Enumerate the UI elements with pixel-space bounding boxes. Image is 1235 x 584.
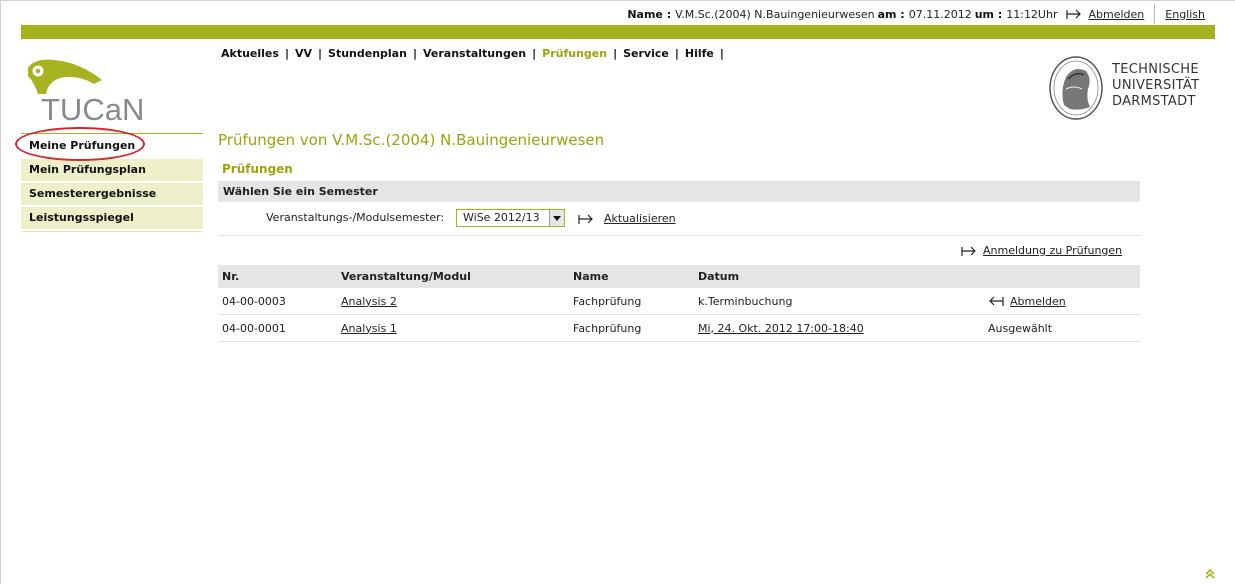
column-header-module: Veranstaltung/Modul [337,265,569,288]
scroll-to-top-icon[interactable] [1204,568,1216,580]
tucan-logo-text: TUCaN [41,92,144,124]
choose-semester-header: Wählen Sie ein Semester [218,181,1140,202]
selection-status: Ausgewählt [984,314,1140,342]
exam-number: 04-00-0003 [218,288,337,315]
column-header-action [984,265,1140,288]
tud-line-1: TECHNISCHE [1112,62,1199,77]
exams-table: Nr. Veranstaltung/Modul Name Datum 04-00… [218,265,1140,342]
tud-line-3: DARMSTADT [1112,94,1196,109]
nav-separator: | [284,47,289,60]
login-date: 07.11.2012 [908,7,972,21]
column-header-name: Name [569,265,694,288]
semester-select[interactable]: WiSe 2012/13 [456,209,565,227]
column-header-date: Datum [694,265,984,288]
section-title: Prüfungen [222,162,293,176]
user-status-bar: Name : V.M.Sc.(2004) N.Bauingenieurwesen… [627,4,1235,24]
arrow-right-icon [578,214,593,224]
unregister-label: Abmelden [1010,294,1066,308]
logout-link[interactable]: Abmelden [1066,8,1144,21]
nav-item-service[interactable]: Service [623,47,669,60]
tud-line-2: UNIVERSITÄT [1112,78,1200,93]
time-label: um : [974,7,1003,21]
sidebar-item-mein-pruefungsplan[interactable]: Mein Prüfungsplan [21,159,203,181]
arrow-left-icon [989,296,1004,306]
sidebar-item-leistungsspiegel[interactable]: Leistungsspiegel [21,207,203,229]
arrow-right-icon [1066,9,1082,19]
tu-darmstadt-wordmark: TECHNISCHE UNIVERSITÄT DARMSTADT [1112,62,1199,110]
nav-item-pruefungen[interactable]: Prüfungen [542,47,607,60]
table-row: 04-00-0003 Analysis 2 Fachprüfung k.Term… [218,288,1140,315]
sidebar-bottom-rule [21,231,203,232]
nav-separator: | [674,47,679,60]
module-link[interactable]: Analysis 2 [341,295,397,308]
main-navigation: Aktuelles | VV | Stundenplan | Veranstaltun… [221,47,730,60]
semester-label: Veranstaltungs-/Modulsemester: [266,211,445,224]
header-accent-bar [21,25,1215,39]
nav-separator: | [412,47,417,60]
nav-separator: | [719,47,724,60]
exam-date-link[interactable]: Mi, 24. Okt. 2012 17:00-18:40 [698,322,864,335]
sidebar-item-semesterergebnisse[interactable]: Semesterergebnisse [21,183,203,205]
nav-item-aktuelles[interactable]: Aktuelles [221,47,279,60]
login-time: 11:12Uhr [1006,7,1058,21]
nav-separator: | [613,47,618,60]
nav-item-hilfe[interactable]: Hilfe [685,47,714,60]
topbar-divider [1154,4,1156,24]
nav-item-vv[interactable]: VV [295,47,312,60]
arrow-right-icon [961,246,976,256]
name-label: Name : [627,7,672,21]
exam-number: 04-00-0001 [218,314,337,342]
window-top-border [0,0,1235,1]
user-name: V.M.Sc.(2004) N.Bauingenieurwesen [675,7,875,21]
tucan-logo[interactable]: TUCaN [24,58,154,124]
exam-name: Fachprüfung [569,288,694,315]
date-label: am : [877,7,905,21]
logout-label: Abmelden [1088,7,1145,21]
module-link[interactable]: Analysis 1 [341,322,397,335]
unregister-link[interactable]: Abmelden [988,295,1140,308]
semester-filter-row: Veranstaltungs-/Modulsemester: WiSe 2012… [218,205,1140,236]
refresh-label: Aktualisieren [604,212,676,225]
page-title: Prüfungen von V.M.Sc.(2004) N.Bauingenie… [218,131,605,149]
exam-registration-label: Anmeldung zu Prüfungen [983,244,1123,257]
nav-item-stundenplan[interactable]: Stundenplan [328,47,407,60]
window-left-border [0,0,1,584]
exam-registration-link[interactable]: Anmeldung zu Prüfungen [961,244,1122,257]
column-header-nr: Nr. [218,265,337,288]
table-header-row: Nr. Veranstaltung/Modul Name Datum [218,265,1140,288]
exam-name: Fachprüfung [569,314,694,342]
exam-date: k.Terminbuchung [694,288,984,315]
dropdown-arrow-icon[interactable] [549,210,564,226]
nav-separator: | [318,47,323,60]
table-row: 04-00-0001 Analysis 1 Fachprüfung Mi, 24… [218,314,1140,342]
highlight-annotation-circle [15,127,145,161]
refresh-link[interactable]: Aktualisieren [578,212,676,225]
nav-separator: | [532,47,537,60]
semester-select-value: WiSe 2012/13 [463,211,540,224]
nav-item-veranstaltungen[interactable]: Veranstaltungen [423,47,526,60]
language-switch-link[interactable]: English [1165,8,1205,21]
